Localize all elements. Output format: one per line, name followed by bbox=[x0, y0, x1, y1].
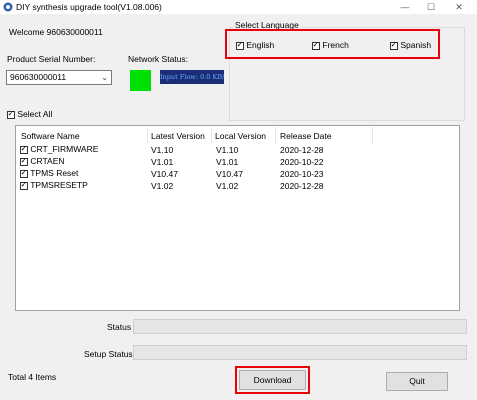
latest-version: V1.10 bbox=[151, 145, 174, 155]
setup-status-label: Setup Status bbox=[84, 349, 133, 359]
latest-version: V1.02 bbox=[151, 181, 174, 191]
check-icon: ✓ bbox=[236, 39, 244, 49]
check-icon: ✓ bbox=[20, 167, 28, 177]
column-header-release-date[interactable]: Release Date bbox=[280, 131, 332, 141]
check-icon: ✓ bbox=[20, 155, 28, 165]
table-row[interactable]: ✓ CRT_FIRMWARE bbox=[20, 144, 98, 154]
total-items-text: Total 4 Items bbox=[8, 372, 57, 382]
window-title: DIY synthesis upgrade tool(V1.08.006) bbox=[16, 2, 162, 12]
close-button[interactable]: ✕ bbox=[452, 1, 466, 13]
local-version: V1.01 bbox=[216, 157, 239, 167]
download-button[interactable]: Download bbox=[239, 370, 306, 390]
column-header-latest-version[interactable]: Latest Version bbox=[151, 131, 205, 141]
checkbox[interactable]: ✓ bbox=[20, 143, 28, 154]
release-date: 2020-10-23 bbox=[280, 169, 324, 179]
network-status-indicator bbox=[130, 70, 151, 91]
software-name: TPMSRESETP bbox=[30, 180, 88, 190]
language-label: French bbox=[322, 40, 349, 50]
language-label: Spanish bbox=[400, 40, 432, 50]
check-icon: ✓ bbox=[7, 108, 15, 118]
welcome-text: Welcome 960630000011 bbox=[9, 27, 103, 37]
serial-label: Product Serial Number: bbox=[7, 54, 96, 64]
column-header-software-name[interactable]: Software Name bbox=[21, 131, 80, 141]
checkbox[interactable]: ✓ bbox=[390, 39, 398, 50]
status-field bbox=[133, 319, 467, 334]
table-row[interactable]: ✓ TPMSRESETP bbox=[20, 180, 88, 190]
input-flow-display: Input Flow: 0.0 KB/s bbox=[160, 70, 224, 84]
serial-value: 960630000011 bbox=[10, 72, 67, 82]
maximize-button[interactable]: ☐ bbox=[424, 1, 438, 13]
checkbox[interactable]: ✓ bbox=[20, 155, 28, 166]
table-row[interactable]: ✓ TPMS Reset bbox=[20, 168, 78, 178]
checkbox[interactable]: ✓ bbox=[236, 39, 244, 50]
checkbox[interactable]: ✓ bbox=[20, 179, 28, 190]
column-header-local-version[interactable]: Local Version bbox=[215, 131, 266, 141]
select-all-label: Select All bbox=[17, 109, 53, 119]
app-logo-icon bbox=[3, 2, 13, 12]
software-name: CRT_FIRMWARE bbox=[30, 144, 99, 154]
check-icon: ✓ bbox=[20, 143, 28, 153]
language-option-english[interactable]: ✓ English bbox=[236, 40, 274, 50]
language-label: English bbox=[246, 40, 275, 50]
local-version: V1.10 bbox=[216, 145, 239, 155]
column-divider bbox=[275, 127, 276, 143]
setup-status-field bbox=[133, 345, 467, 360]
network-status-label: Network Status: bbox=[128, 54, 188, 64]
column-divider bbox=[211, 127, 212, 143]
local-version: V10.47 bbox=[216, 169, 243, 179]
release-date: 2020-12-28 bbox=[280, 181, 324, 191]
checkbox[interactable]: ✓ bbox=[7, 108, 15, 119]
check-icon: ✓ bbox=[312, 39, 320, 49]
column-divider bbox=[372, 127, 373, 143]
checkbox[interactable]: ✓ bbox=[20, 167, 28, 178]
table-row[interactable]: ✓ CRTAEN bbox=[20, 156, 65, 166]
latest-version: V10.47 bbox=[151, 169, 178, 179]
language-option-french[interactable]: ✓ French bbox=[312, 40, 349, 50]
software-name: TPMS Reset bbox=[30, 168, 79, 178]
status-label: Status bbox=[107, 322, 132, 332]
check-icon: ✓ bbox=[390, 39, 398, 49]
checkbox[interactable]: ✓ bbox=[312, 39, 320, 50]
release-date: 2020-12-28 bbox=[280, 145, 324, 155]
minimize-button[interactable]: — bbox=[398, 1, 412, 13]
chevron-down-icon: ⌄ bbox=[101, 73, 108, 82]
column-divider bbox=[147, 127, 148, 143]
release-date: 2020-10-22 bbox=[280, 157, 324, 167]
select-all-checkbox[interactable]: ✓ Select All bbox=[7, 109, 52, 119]
language-option-spanish[interactable]: ✓ Spanish bbox=[390, 40, 431, 50]
local-version: V1.02 bbox=[216, 181, 239, 191]
software-name: CRTAEN bbox=[30, 156, 65, 166]
quit-button[interactable]: Quit bbox=[386, 372, 448, 391]
serial-number-dropdown[interactable]: 960630000011 ⌄ bbox=[6, 70, 112, 85]
check-icon: ✓ bbox=[20, 179, 28, 189]
latest-version: V1.01 bbox=[151, 157, 174, 167]
